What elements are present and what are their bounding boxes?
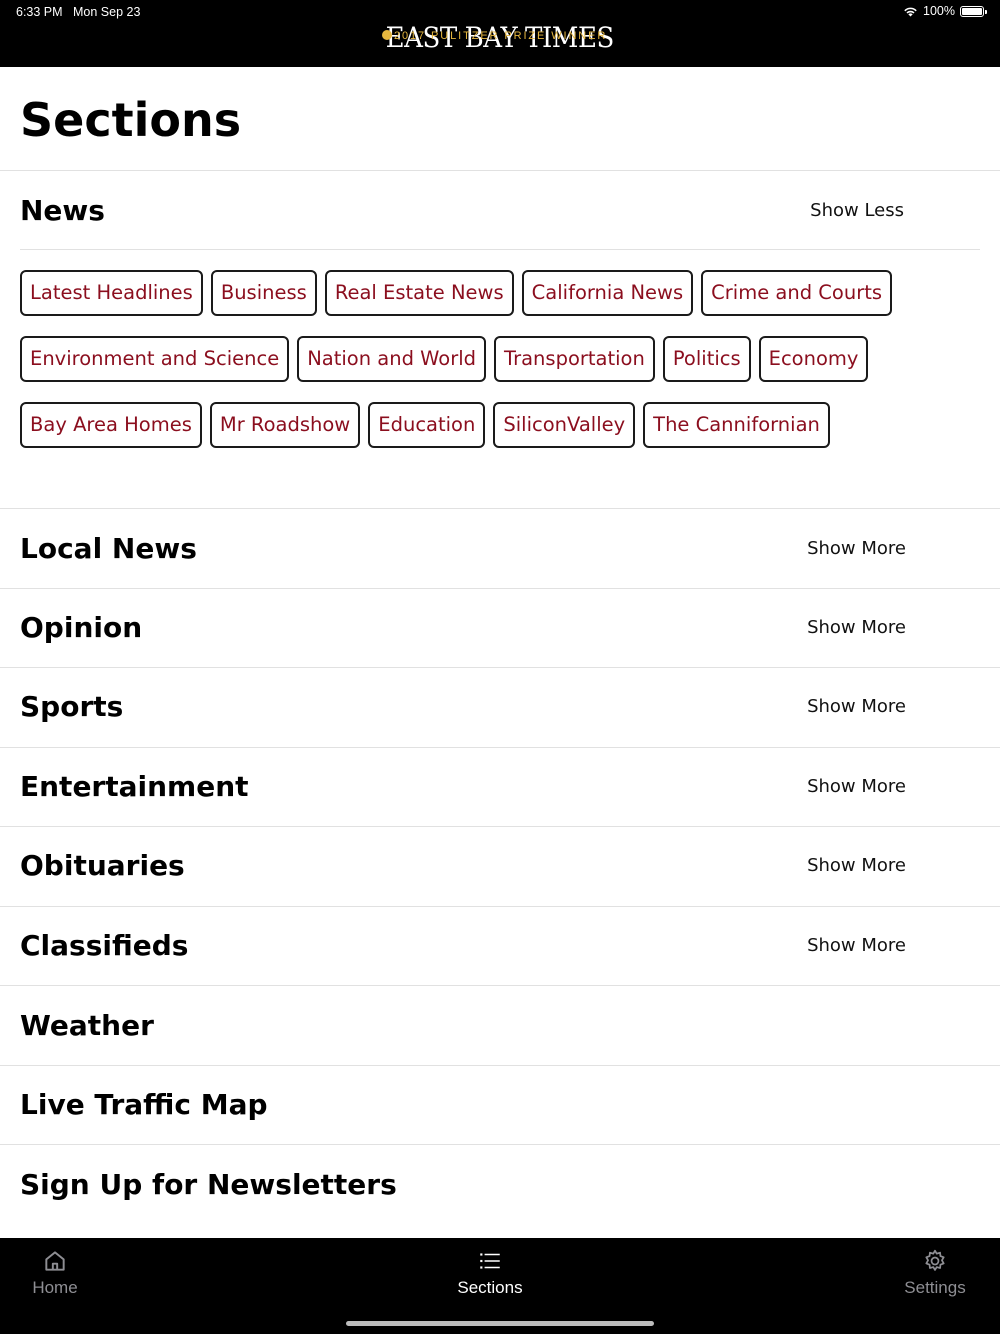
chip-business[interactable]: Business xyxy=(210,270,317,316)
chip-row: Latest Headlines Business Real Estate Ne… xyxy=(20,270,980,316)
section-label: Sign Up for Newsletters xyxy=(20,1168,397,1201)
show-more-button[interactable]: Show More xyxy=(807,588,906,668)
home-icon xyxy=(45,1251,65,1271)
section-label: Live Traffic Map xyxy=(20,1088,268,1121)
show-less-button[interactable]: Show Less xyxy=(810,171,904,251)
pulitzer-medal-icon xyxy=(382,30,392,40)
section-label: Local News xyxy=(20,532,197,565)
chip-bay-area-homes[interactable]: Bay Area Homes xyxy=(20,402,202,448)
show-more-button[interactable]: Show More xyxy=(807,667,906,747)
show-more-button[interactable]: Show More xyxy=(807,509,906,589)
show-more-button[interactable]: Show More xyxy=(807,826,906,906)
section-local-news[interactable]: Local News Show More xyxy=(0,509,1000,589)
tab-sections[interactable]: Sections xyxy=(400,1238,580,1298)
chip-economy[interactable]: Economy xyxy=(758,336,869,382)
chip-california-news[interactable]: California News xyxy=(521,270,694,316)
section-classifieds[interactable]: Classifieds Show More xyxy=(0,906,1000,986)
chip-row: Environment and Science Nation and World… xyxy=(20,336,980,382)
news-subsection-chips: Latest Headlines Business Real Estate Ne… xyxy=(20,270,980,468)
gear-icon xyxy=(925,1249,945,1271)
divider xyxy=(20,249,980,250)
status-clock: 6:33 PM xyxy=(16,5,63,19)
chip-mr-roadshow[interactable]: Mr Roadshow xyxy=(209,402,361,448)
tab-settings[interactable]: Settings xyxy=(845,1238,1000,1298)
section-entertainment[interactable]: Entertainment Show More xyxy=(0,747,1000,827)
section-label: Classifieds xyxy=(20,929,189,962)
show-more-button[interactable]: Show More xyxy=(807,747,906,827)
chip-education[interactable]: Education xyxy=(368,402,486,448)
status-date: Mon Sep 23 xyxy=(72,5,141,19)
wifi-icon xyxy=(904,7,917,17)
section-sports[interactable]: Sports Show More xyxy=(0,667,1000,747)
chip-siliconvalley[interactable]: SiliconValley xyxy=(493,402,636,448)
section-live-traffic-map[interactable]: Live Traffic Map xyxy=(0,1065,1000,1145)
tab-label: Home xyxy=(32,1278,78,1297)
status-indicators: 100% xyxy=(903,4,987,18)
logo-subtitle-text: 2017 PULITZER PRIZE WINNER xyxy=(394,30,608,42)
logo-subtitle: 2017 PULITZER PRIZE WINNER xyxy=(382,30,622,42)
section-obituaries[interactable]: Obituaries Show More xyxy=(0,826,1000,906)
section-weather[interactable]: Weather xyxy=(0,986,1000,1066)
section-label: Weather xyxy=(20,1009,154,1042)
section-news[interactable]: News Show Less xyxy=(0,171,1000,251)
chip-nation-and-world[interactable]: Nation and World xyxy=(297,336,487,382)
app-header: 6:33 PM Mon Sep 23 100% EAST BAY TIMES 2… xyxy=(0,0,1000,67)
list-icon xyxy=(480,1253,500,1269)
tab-label: Sections xyxy=(457,1278,523,1297)
status-time: 6:33 PM Mon Sep 23 xyxy=(16,5,140,19)
tab-home[interactable]: Home xyxy=(0,1238,145,1298)
section-sign-up-newsletters[interactable]: Sign Up for Newsletters xyxy=(0,1145,1000,1225)
section-label: Obituaries xyxy=(20,849,185,882)
section-label: Entertainment xyxy=(20,770,249,803)
page-title: Sections xyxy=(20,93,242,147)
show-more-button[interactable]: Show More xyxy=(807,906,906,986)
chip-the-cannifornian[interactable]: The Cannifornian xyxy=(643,402,830,448)
chip-latest-headlines[interactable]: Latest Headlines xyxy=(20,270,203,316)
section-label: Opinion xyxy=(20,611,143,644)
section-opinion[interactable]: Opinion Show More xyxy=(0,588,1000,668)
chip-politics[interactable]: Politics xyxy=(662,336,751,382)
section-label: News xyxy=(20,194,105,227)
home-indicator[interactable] xyxy=(346,1321,654,1326)
section-label: Sports xyxy=(20,690,124,723)
chip-real-estate-news[interactable]: Real Estate News xyxy=(324,270,514,316)
battery-icon xyxy=(960,5,987,17)
chip-transportation[interactable]: Transportation xyxy=(494,336,655,382)
tab-bar: Home Sections Settings xyxy=(0,1238,1000,1334)
chip-row: Bay Area Homes Mr Roadshow Education Sil… xyxy=(20,402,980,448)
chip-environment-and-science[interactable]: Environment and Science xyxy=(20,336,290,382)
tab-label: Settings xyxy=(904,1278,966,1297)
chip-crime-and-courts[interactable]: Crime and Courts xyxy=(701,270,893,316)
battery-percent: 100% xyxy=(923,4,955,18)
